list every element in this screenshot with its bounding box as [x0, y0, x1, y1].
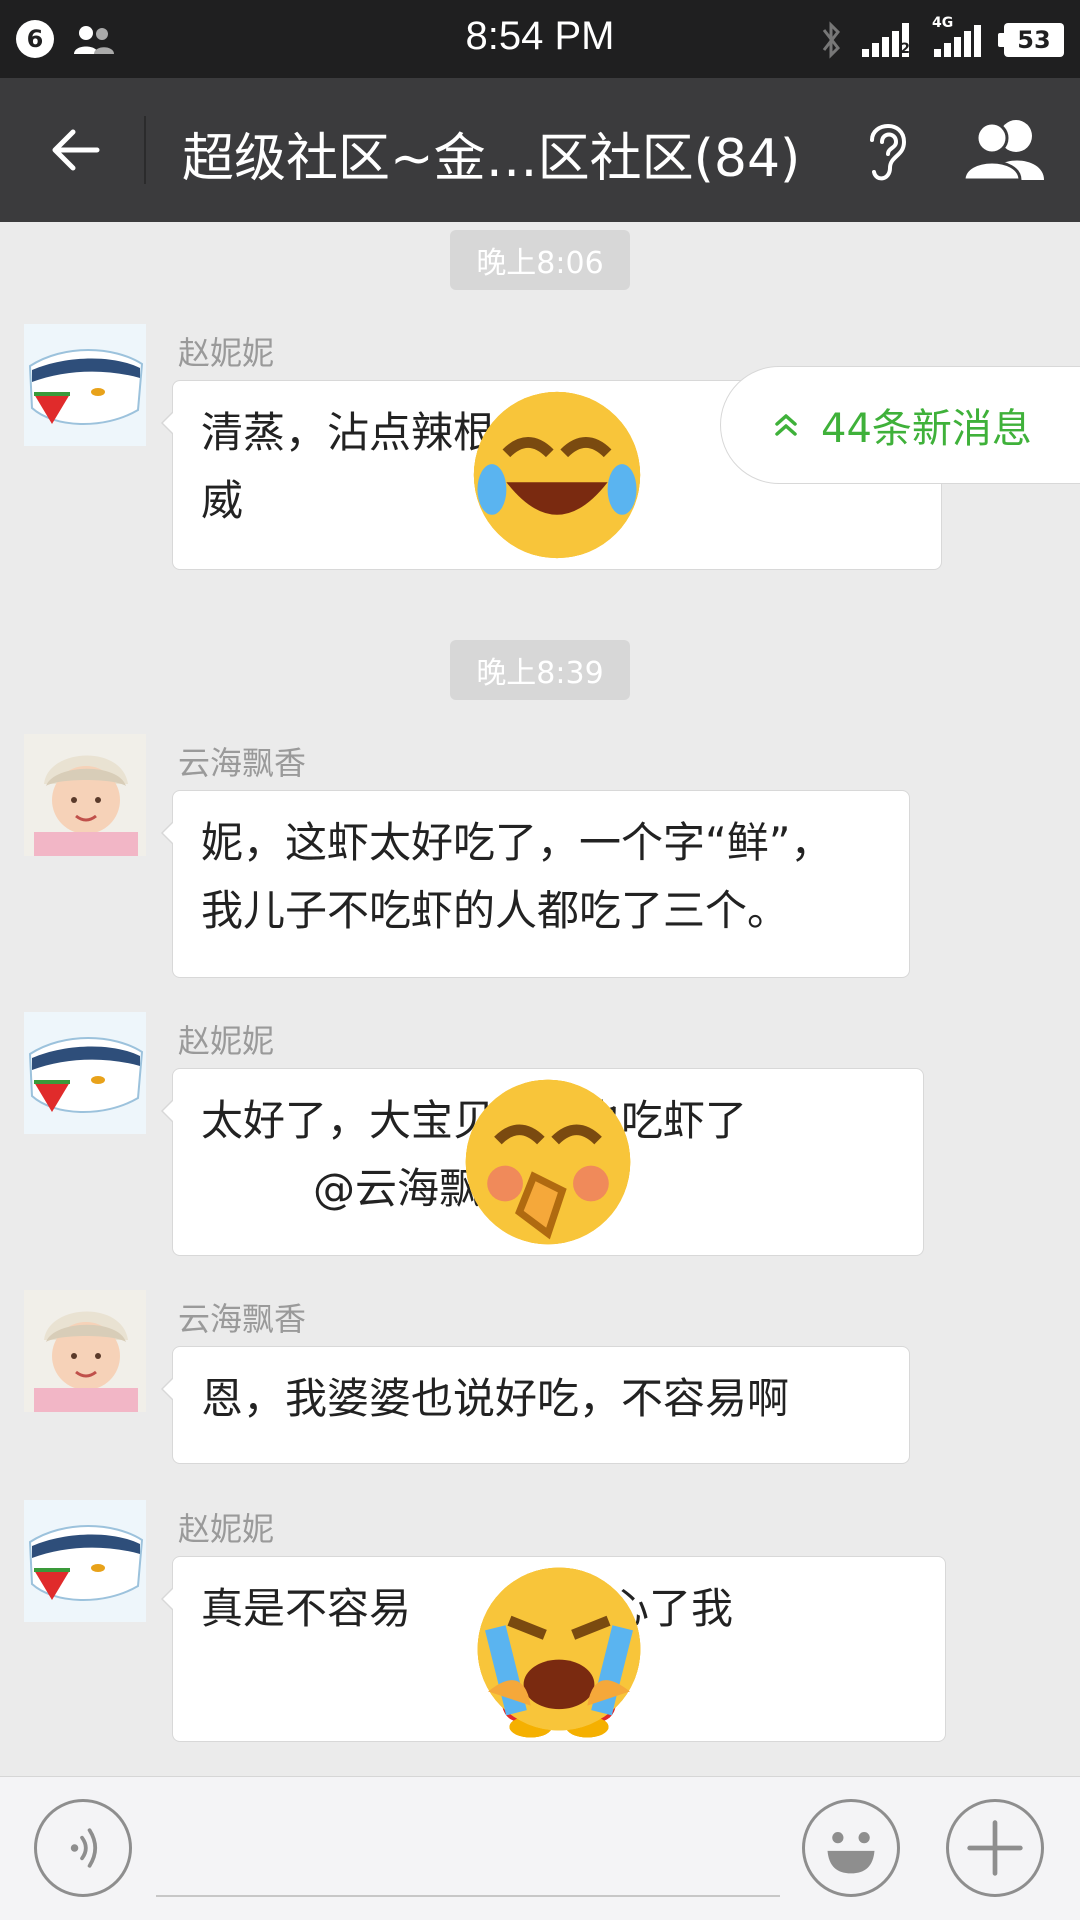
voice-input-button[interactable] — [34, 1799, 132, 1897]
time-divider: 晚上8:39 — [450, 640, 630, 700]
message-bubble[interactable]: 太好了，大宝贝儿子也吃虾了 @云海飘香 — [161, 1068, 924, 1256]
avatar-zhaonini[interactable] — [24, 1500, 146, 1622]
sender-name: 赵妮妮 — [178, 1022, 275, 1060]
voice-input-icon — [70, 1828, 98, 1868]
emoji-button[interactable] — [802, 1799, 900, 1897]
avatar-zhaonini[interactable] — [24, 1012, 146, 1134]
battery-icon: 53 — [998, 23, 1064, 57]
avatar-yunhaipiaoxiang[interactable] — [24, 734, 146, 856]
network-tag: 4G — [932, 15, 954, 31]
chevron-up-icon — [775, 414, 797, 436]
status-bar: 6 8:54 PM 2 4G 53 — [0, 0, 1080, 78]
message-text: 我儿子不吃虾的人都吃了三个。 — [201, 886, 790, 935]
message-text: 恩，我婆婆也说好吃，不容易啊 — [201, 1374, 790, 1423]
message-bubble[interactable]: 妮，这虾太好吃了，一个字“鲜”， 我儿子不吃虾的人都吃了三个。 — [161, 790, 910, 978]
ear-icon[interactable] — [858, 112, 918, 188]
message-text: 妮，这虾太好吃了，一个字“鲜”， — [201, 818, 833, 867]
sim-tag: 2 — [900, 41, 910, 57]
new-messages-label: 44条新消息 — [821, 406, 1032, 452]
sender-name: 赵妮妮 — [178, 334, 275, 372]
message-bubble[interactable]: 真是不容易太开心了我 — [161, 1556, 946, 1742]
avatar-zhaonini[interactable] — [24, 324, 146, 446]
message-bubble[interactable]: 恩，我婆婆也说好吃，不容易啊 — [161, 1346, 910, 1464]
title-divider — [144, 116, 146, 184]
giggle-emoji-icon — [259, 1079, 631, 1245]
avatar-yunhaipiaoxiang[interactable] — [24, 1290, 146, 1412]
sender-name: 云海飘香 — [178, 744, 307, 782]
sender-name: 赵妮妮 — [178, 1510, 275, 1548]
sob-emoji-icon — [315, 1567, 641, 1731]
group-members-icon[interactable] — [960, 116, 1050, 186]
back-button[interactable] — [30, 114, 120, 186]
back-arrow-icon — [52, 129, 100, 171]
input-bar — [0, 1776, 1080, 1920]
chat-title-bar: 超级社区~金…区社区(84) — [0, 78, 1080, 222]
sender-name: 云海飘香 — [178, 1300, 307, 1338]
bluetooth-icon — [822, 21, 840, 59]
message-input[interactable] — [156, 1895, 780, 1897]
plus-icon — [967, 1820, 1023, 1876]
signal-4g-icon: 4G — [932, 15, 990, 59]
new-messages-button[interactable]: 44条新消息 — [720, 366, 1080, 484]
chat-title: 超级社区~金…区社区(84) — [182, 129, 801, 189]
signal-sim2-icon: 2 — [860, 21, 918, 59]
laugh-cry-emoji-icon — [473, 391, 661, 559]
more-options-button[interactable] — [946, 1799, 1044, 1897]
time-divider: 晚上8:06 — [450, 230, 630, 290]
emoji-icon — [827, 1832, 875, 1874]
